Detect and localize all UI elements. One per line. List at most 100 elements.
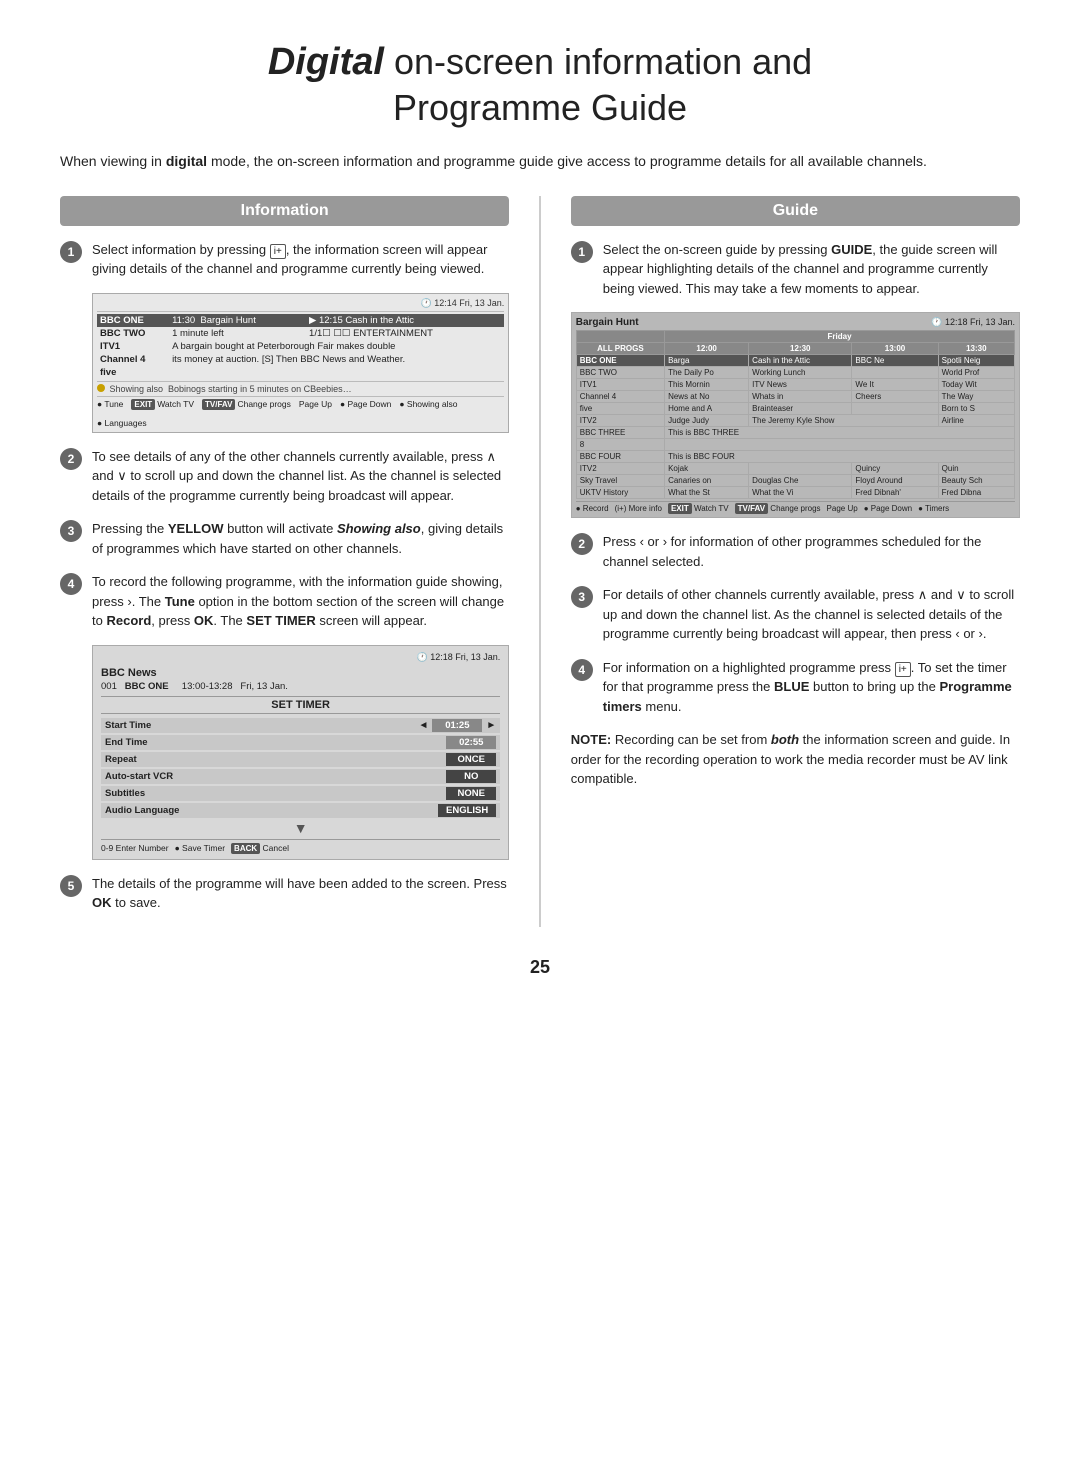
bottom-tune: ● Tune <box>97 399 123 410</box>
guide-screen-mockup: Bargain Hunt 🕐 12:18 Fri, 13 Jan. Friday… <box>571 312 1020 518</box>
guide-bottom-tvfav: TV/FAV Change progs <box>735 504 821 513</box>
guide-prog-bbc-one-1: Barga <box>665 355 749 367</box>
guide-channel-uktv: UKTV History <box>576 487 664 499</box>
channel-prog-five <box>169 366 306 379</box>
guide-time-1200: 12:00 <box>665 343 749 355</box>
guide-column: Guide 1 Select the on-screen guide by pr… <box>571 196 1020 789</box>
guide-prog-bbc-two-2: Working Lunch <box>749 367 852 379</box>
timer-set-timer-label: SET TIMER <box>101 696 500 714</box>
page-number: 25 <box>60 957 1020 978</box>
guide-prog-five-3 <box>852 403 938 415</box>
bottom-pageup: Page Up <box>299 399 332 410</box>
guide-step-3: 3 For details of other channels currentl… <box>571 585 1020 644</box>
info-screen-table: BBC ONE 11:30 Bargain Hunt ▶ 12:15 Cash … <box>97 314 504 379</box>
guide-step-4-text: For information on a highlighted program… <box>603 658 1020 717</box>
page-title: Digital on-screen information and Progra… <box>60 40 1020 129</box>
info-row-bbc-two: BBC TWO 1 minute left 1/1☐ ☐☐ ENTERTAINM… <box>97 327 504 340</box>
channel-name-bbc-one: BBC ONE <box>97 314 169 327</box>
guide-prog-ch4-2: Whats in <box>749 391 852 403</box>
info-step-2: 2 To see details of any of the other cha… <box>60 447 509 506</box>
guide-prog-sky-4: Beauty Sch <box>938 475 1014 487</box>
guide-prog-itv2-2: The Jeremy Kyle Show <box>749 415 938 427</box>
info-step-3-text: Pressing the YELLOW button will activate… <box>92 519 509 558</box>
timer-row-autostart: Auto-start VCR NO <box>101 769 500 784</box>
guide-prog-uktv-1: What the St <box>665 487 749 499</box>
info-step-1-text: Select information by pressing i+, the i… <box>92 240 509 279</box>
guide-step-2-text: Press ‹ or › for information of other pr… <box>603 532 1020 571</box>
bottom-showing: ● Showing also <box>399 399 457 410</box>
guide-prog-bbc-two-1: The Daily Po <box>665 367 749 379</box>
guide-prog-itv2b-2 <box>749 463 852 475</box>
guide-prog-itv1-4: Today Wit <box>938 379 1014 391</box>
guide-prog-five-1: Home and A <box>665 403 749 415</box>
timer-screen-bottom-bar: 0-9 Enter Number ● Save Timer BACK Cance… <box>101 839 500 853</box>
channel-prog-itv1: A bargain bought at Peterborough Fair ma… <box>169 340 504 353</box>
timer-channel-info: 001 BBC ONE 13:00-13:28 Fri, 13 Jan. <box>101 681 500 692</box>
guide-prog-bbc-two-3 <box>852 367 938 379</box>
info-step-5-text: The details of the programme will have b… <box>92 874 509 913</box>
two-column-layout: Information 1 Select information by pres… <box>60 196 1020 927</box>
bottom-pagedown: ● Page Down <box>340 399 391 410</box>
guide-prog-ch4-1: News at No <box>665 391 749 403</box>
timer-row-repeat: Repeat ONCE <box>101 752 500 767</box>
timer-row-end-time: End Time 02:55 <box>101 735 500 750</box>
note-paragraph: NOTE: Recording can be set from both the… <box>571 730 1020 789</box>
channel-name-ch4: Channel 4 <box>97 353 169 366</box>
guide-prog-itv1-1: This Mornin <box>665 379 749 391</box>
channel-name-bbc-two: BBC TWO <box>97 327 169 340</box>
guide-prog-sky-2: Douglas Che <box>749 475 852 487</box>
timer-bottom-back: BACK Cancel <box>231 843 289 853</box>
guide-step-4: 4 For information on a highlighted progr… <box>571 658 1020 717</box>
info-step-3: 3 Pressing the YELLOW button will activa… <box>60 519 509 558</box>
guide-row-itv2b: ITV2 Kojak Quincy Quin <box>576 463 1014 475</box>
timer-row-subtitles: Subtitles NONE <box>101 786 500 801</box>
guide-step-1: 1 Select the on-screen guide by pressing… <box>571 240 1020 299</box>
intro-paragraph: When viewing in digital mode, the on-scr… <box>60 151 1020 172</box>
channel-next-five <box>306 366 504 379</box>
guide-bottom-pagedown: ● Page Down <box>864 504 912 513</box>
channel-prog-ch4: its money at auction. [S] Then BBC News … <box>169 353 504 366</box>
guide-prog-bbc-three: This is BBC THREE <box>665 427 1015 439</box>
timer-start-time-value: 01:25 <box>432 719 482 732</box>
guide-bottom-timers: ● Timers <box>918 504 949 513</box>
timer-bottom-numbers: 0-9 Enter Number <box>101 843 169 853</box>
channel-prog-bbc-one: 11:30 Bargain Hunt <box>169 314 306 327</box>
timer-time: 12:18 Fri, 13 Jan. <box>430 652 500 663</box>
info-step-5: 5 The details of the programme will have… <box>60 874 509 913</box>
channel-name-five: five <box>97 366 169 379</box>
guide-header-row: Friday <box>576 331 1014 343</box>
timer-repeat-value: ONCE <box>446 753 496 766</box>
guide-prog-bbc-four: This is BBC FOUR <box>665 451 1015 463</box>
guide-prog-bbc-one-2: Cash in the Attic <box>749 355 852 367</box>
guide-screen-top: Bargain Hunt 🕐 12:18 Fri, 13 Jan. <box>576 317 1015 328</box>
guide-channel-five: five <box>576 403 664 415</box>
guide-prog-itv1-2: ITV News <box>749 379 852 391</box>
step-number-3: 3 <box>60 520 82 542</box>
timer-start-time-label: Start Time <box>105 720 151 731</box>
info-screen-mockup: 🕐 12:14 Fri, 13 Jan. BBC ONE 11:30 Barga… <box>92 293 509 433</box>
guide-time-1300: 13:00 <box>852 343 938 355</box>
guide-prog-ch4-4: The Way <box>938 391 1014 403</box>
info-row-ch4: Channel 4 its money at auction. [S] Then… <box>97 353 504 366</box>
guide-row-sky-travel: Sky Travel Canaries on Douglas Che Floyd… <box>576 475 1014 487</box>
channel-name-itv1: ITV1 <box>97 340 169 353</box>
channel-prog-bbc-two: 1 minute left <box>169 327 306 340</box>
info-row-itv1: ITV1 A bargain bought at Peterborough Fa… <box>97 340 504 353</box>
timer-start-left-arrow: ◄ <box>418 720 428 731</box>
timer-start-right-arrow: ► <box>486 720 496 731</box>
guide-row-itv1: ITV1 This Mornin ITV News We It Today Wi… <box>576 379 1014 391</box>
guide-row-bbc-three: BBC THREE This is BBC THREE <box>576 427 1014 439</box>
guide-prog-itv1-3: We It <box>852 379 938 391</box>
guide-prog-uktv-3: Fred Dibnah' <box>852 487 938 499</box>
guide-row-bbc-four: BBC FOUR This is BBC FOUR <box>576 451 1014 463</box>
guide-time-row: ALL PROGS 12:00 12:30 13:00 13:30 <box>576 343 1014 355</box>
information-header: Information <box>60 196 509 226</box>
guide-row-bbc-two: BBC TWO The Daily Po Working Lunch World… <box>576 367 1014 379</box>
guide-channel-itv2: ITV2 <box>576 415 664 427</box>
timer-autostart-label: Auto-start VCR <box>105 771 173 782</box>
guide-col-channel <box>576 331 664 343</box>
timer-repeat-label: Repeat <box>105 754 137 765</box>
screen-time: 12:14 Fri, 13 Jan. <box>434 298 504 309</box>
step-number-2: 2 <box>60 448 82 470</box>
info-step-4: 4 To record the following programme, wit… <box>60 572 509 631</box>
